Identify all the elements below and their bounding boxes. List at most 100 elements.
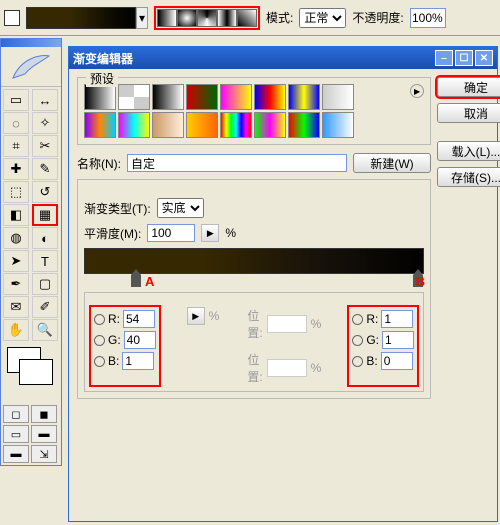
name-input[interactable] [127, 154, 347, 172]
wand-tool[interactable]: ✧ [32, 112, 58, 134]
pos-input-2[interactable] [267, 359, 307, 377]
presets-label: 预设 [86, 70, 118, 87]
reflected-gradient-icon[interactable] [217, 9, 237, 27]
dialog-titlebar[interactable]: 渐变编辑器 – ☐ ✕ [69, 47, 497, 69]
preset-15[interactable] [322, 112, 354, 138]
maximize-icon[interactable]: ☐ [455, 50, 473, 66]
load-button[interactable]: 载入(L)... [437, 141, 500, 161]
input-r-b[interactable] [381, 310, 413, 328]
pos-label-1: 位置: [247, 307, 262, 341]
preset-9[interactable] [118, 112, 150, 138]
stamp-tool[interactable]: ⬚ [3, 181, 29, 203]
cancel-button[interactable]: 取消 [437, 103, 500, 123]
stops-fieldset: R: G: B: ▶% 位置:% 位置:% [84, 292, 424, 392]
smooth-stepper[interactable]: ▶ [201, 224, 219, 242]
blur-tool[interactable]: ◍ [3, 227, 29, 249]
preset-13[interactable] [254, 112, 286, 138]
radio-r-a[interactable] [94, 314, 105, 325]
jump-to-icon[interactable]: ⇲ [31, 445, 57, 463]
ok-button[interactable]: 确定 [437, 77, 500, 97]
toolbox-header[interactable] [1, 39, 61, 47]
marquee-tool[interactable]: ▭ [3, 89, 29, 111]
save-button[interactable]: 存储(S)... [437, 167, 500, 187]
crop-tool[interactable]: ⌗ [3, 135, 29, 157]
gradient-tool[interactable]: ▦ [32, 204, 58, 226]
smooth-label: 平滑度(M): [84, 225, 141, 242]
preset-11[interactable] [186, 112, 218, 138]
eraser-tool[interactable]: ◧ [3, 204, 29, 226]
preset-14[interactable] [288, 112, 320, 138]
screen-mode-3-icon[interactable]: ▬ [3, 445, 29, 463]
input-b-a[interactable] [122, 352, 154, 370]
preset-6[interactable] [288, 84, 320, 110]
preset-7[interactable] [322, 84, 354, 110]
gradient-dropdown[interactable]: ▾ [136, 7, 148, 29]
minimize-icon[interactable]: – [435, 50, 453, 66]
type-tool[interactable]: T [32, 250, 58, 272]
lasso-tool[interactable]: ◌ [3, 112, 29, 134]
shape-tool[interactable]: ▢ [32, 273, 58, 295]
heal-tool[interactable]: ✚ [3, 158, 29, 180]
standard-mode-icon[interactable]: ◻ [3, 405, 29, 423]
input-r-a[interactable] [123, 310, 155, 328]
input-b-b[interactable] [381, 352, 413, 370]
color-stop-a[interactable] [131, 275, 141, 287]
preset-4[interactable] [220, 84, 252, 110]
move-tool[interactable]: ↔ [32, 89, 58, 111]
gradient-editor-dialog: 渐变编辑器 – ☐ ✕ 预设 ▶ 名称(N): 新建(W) 渐变类型(T): [68, 46, 498, 522]
radio-g-a[interactable] [94, 335, 105, 346]
marker-a-label: A [145, 274, 154, 289]
radio-g-b[interactable] [352, 335, 363, 346]
preset-3[interactable] [186, 84, 218, 110]
input-g-a[interactable] [124, 331, 156, 349]
opacity-input[interactable] [410, 8, 446, 28]
brush-tool[interactable]: ✎ [32, 158, 58, 180]
gradient-type-buttons [154, 6, 260, 30]
gradient-preview-wrap: ▾ [26, 7, 148, 29]
app-logo [1, 47, 61, 87]
notes-tool[interactable]: ✉ [3, 296, 29, 318]
background-swatch[interactable] [19, 359, 53, 385]
mode-icons: ◻ ◼ ▭ ▬ ▬ ⇲ [1, 403, 61, 465]
pen-tool[interactable]: ✒ [3, 273, 29, 295]
type-select[interactable]: 实底 [157, 198, 204, 218]
smooth-input[interactable] [147, 224, 195, 242]
preset-5[interactable] [254, 84, 286, 110]
linear-gradient-icon[interactable] [157, 9, 177, 27]
new-button[interactable]: 新建(W) [353, 153, 431, 173]
slice-tool[interactable]: ✂ [32, 135, 58, 157]
eyedrop-tool[interactable]: ✐ [32, 296, 58, 318]
history-brush-tool[interactable]: ↺ [32, 181, 58, 203]
radio-r-b[interactable] [352, 314, 363, 325]
preset-12[interactable] [220, 112, 252, 138]
opacity-stepper[interactable]: ▶ [187, 307, 205, 325]
path-tool[interactable]: ➤ [3, 250, 29, 272]
zoom-tool[interactable]: 🔍 [32, 319, 58, 341]
percent-label: % [225, 226, 236, 240]
dodge-tool[interactable]: ◐ [32, 227, 58, 249]
radio-b-b[interactable] [352, 356, 363, 367]
hand-tool[interactable]: ✋ [3, 319, 29, 341]
preset-2[interactable] [152, 84, 184, 110]
dialog-title: 渐变编辑器 [73, 50, 133, 67]
input-g-b[interactable] [382, 331, 414, 349]
quickmask-mode-icon[interactable]: ◼ [31, 405, 57, 423]
preset-1[interactable] [118, 84, 150, 110]
gradient-preview[interactable] [26, 7, 136, 29]
screen-mode-1-icon[interactable]: ▭ [3, 425, 29, 443]
preset-menu-icon[interactable]: ▶ [410, 84, 424, 98]
angle-gradient-icon[interactable] [197, 9, 217, 27]
pos-input-1[interactable] [267, 315, 307, 333]
preset-0[interactable] [84, 84, 116, 110]
toolbox: ▭ ↔ ◌ ✧ ⌗ ✂ ✚ ✎ ⬚ ↺ ◧ ▦ ◍ ◐ ➤ T ✒ ▢ ✉ ✐ … [0, 38, 62, 466]
diamond-gradient-icon[interactable] [237, 9, 257, 27]
close-icon[interactable]: ✕ [475, 50, 493, 66]
tool-preset-icon[interactable] [4, 10, 20, 26]
mode-select[interactable]: 正常 [299, 8, 346, 28]
gradient-bar[interactable]: A B [84, 248, 424, 274]
screen-mode-2-icon[interactable]: ▬ [31, 425, 57, 443]
radial-gradient-icon[interactable] [177, 9, 197, 27]
radio-b-a[interactable] [94, 356, 105, 367]
preset-10[interactable] [152, 112, 184, 138]
preset-8[interactable] [84, 112, 116, 138]
